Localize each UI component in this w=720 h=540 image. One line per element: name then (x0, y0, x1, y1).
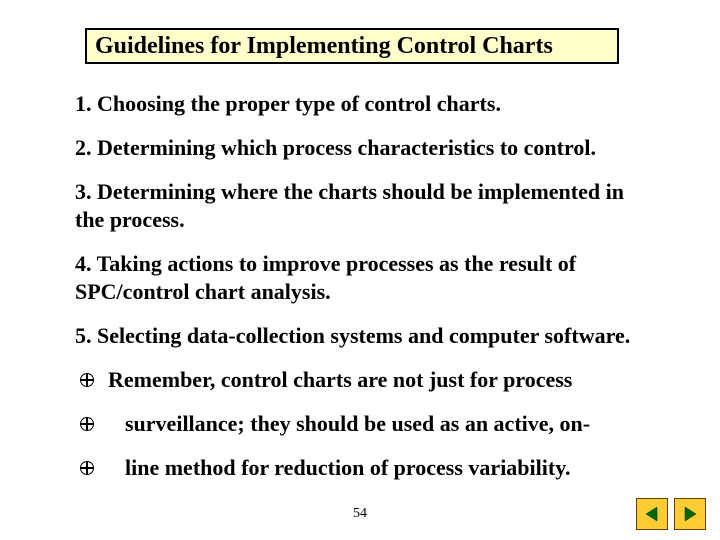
remark-line-3: line method for reduction of process var… (125, 454, 685, 482)
page-number: 54 (0, 506, 720, 522)
guideline-3: 3. Determining where the charts should b… (75, 178, 635, 234)
remark-line-2: surveillance; they should be used as an … (125, 410, 685, 438)
guideline-4: 4. Taking actions to improve processes a… (75, 250, 635, 306)
triangle-left-icon (643, 505, 661, 523)
bullet-icon (79, 460, 95, 476)
prev-button[interactable] (636, 498, 668, 530)
bullet-icon (79, 372, 95, 388)
nav-buttons (636, 498, 706, 530)
next-button[interactable] (674, 498, 706, 530)
guideline-5: 5. Selecting data-collection systems and… (75, 322, 675, 350)
remark-line-1: Remember, control charts are not just fo… (108, 366, 668, 394)
slide-title: Guidelines for Implementing Control Char… (85, 28, 619, 64)
guideline-2: 2. Determining which process characteris… (75, 134, 655, 162)
guideline-1: 1. Choosing the proper type of control c… (75, 90, 655, 118)
slide: Guidelines for Implementing Control Char… (0, 0, 720, 540)
triangle-right-icon (681, 505, 699, 523)
bullet-icon (79, 416, 95, 432)
